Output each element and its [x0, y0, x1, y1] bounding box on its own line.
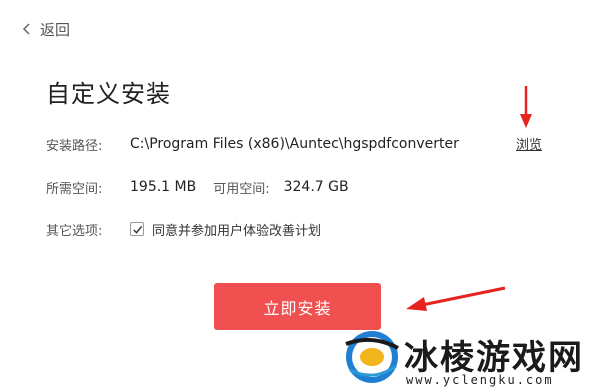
watermark-logo-icon: [345, 331, 399, 383]
annotation-arrow-down-icon: [520, 86, 532, 128]
back-button[interactable]: 返回: [20, 19, 70, 39]
experience-plan-checkbox[interactable]: [130, 222, 144, 236]
watermark: 冰棱游戏网 www.yclengku.com: [340, 322, 590, 390]
required-space-label: 所需空间:: [46, 181, 103, 197]
available-space-value: 324.7 GB: [283, 179, 349, 195]
install-path-value: C:\Program Files (x86)\Auntec\hgspdfconv…: [130, 136, 459, 152]
required-space-value: 195.1 MB: [130, 179, 197, 195]
back-label: 返回: [40, 20, 71, 39]
install-path-label: 安装路径:: [46, 138, 103, 154]
options-label: 其它选项:: [46, 223, 103, 239]
experience-plan-label[interactable]: 同意并参加用户体验改善计划: [152, 220, 321, 239]
annotation-arrow-left-icon: [406, 286, 506, 311]
checkmark-icon: [132, 225, 142, 234]
watermark-url: www.yclengku.com: [406, 373, 554, 387]
install-path-row: 安装路径: C:\Program Files (x86)\Auntec\hgsp…: [46, 133, 546, 155]
watermark-text: 冰棱游戏网: [404, 338, 584, 378]
options-row: 其它选项: 同意并参加用户体验改善计划: [46, 218, 321, 240]
page-title: 自定义安装: [46, 80, 171, 108]
chevron-left-icon: [22, 23, 30, 35]
available-space-label: 可用空间:: [213, 181, 270, 197]
space-row: 所需空间: 195.1 MB 可用空间: 324.7 GB: [46, 176, 349, 198]
browse-link[interactable]: 浏览: [516, 134, 542, 153]
